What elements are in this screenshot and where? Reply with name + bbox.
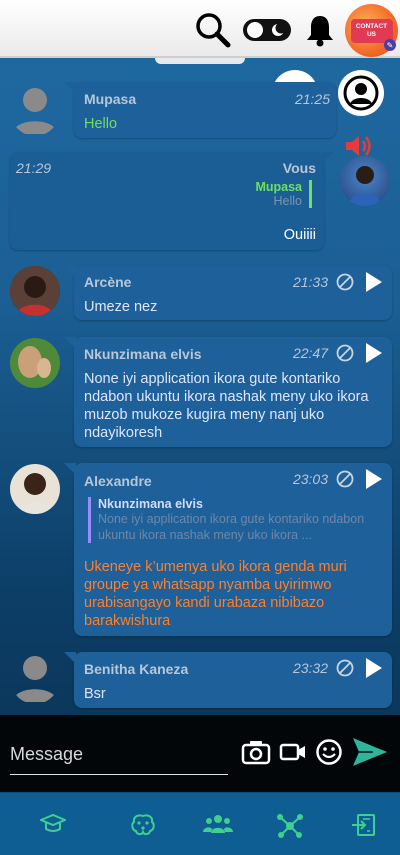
message-text: Ukeneye k’umenya uko ikora genda muri gr… — [84, 559, 347, 629]
message-text: Umeze nez — [84, 299, 158, 315]
message-text: None iyi application ikora gute kontarik… — [84, 371, 369, 441]
message-bubble[interactable]: Mupasa 21:25 Hello — [64, 82, 336, 138]
brain-icon[interactable] — [130, 813, 156, 837]
play-icon[interactable] — [366, 343, 382, 363]
avatar[interactable] — [10, 84, 60, 136]
message-text: Hello — [84, 116, 118, 132]
group-icon[interactable] — [203, 813, 233, 837]
message-time: 22:47 — [292, 345, 328, 361]
message-bubble[interactable]: Alexandre 23:03 Nkunzimana elvis None iy… — [64, 463, 392, 636]
message-sender: Nkunzimana elvis — [84, 346, 202, 362]
avatar[interactable] — [10, 338, 60, 388]
message-bubble[interactable]: Nkunzimana elvis 22:47 None iyi applicat… — [64, 337, 392, 447]
avatar[interactable] — [10, 464, 60, 514]
avatar[interactable] — [340, 156, 390, 206]
play-icon[interactable] — [366, 272, 382, 292]
contact-us-button[interactable]: CONTACT US ✎ — [345, 4, 398, 57]
message-time: 21:25 — [294, 91, 330, 107]
message-time: 21:29 — [16, 160, 52, 176]
play-icon[interactable] — [366, 658, 382, 678]
reply-sender: Mupasa — [255, 180, 302, 194]
top-bar: CONTACT US ✎ — [0, 0, 400, 64]
profile-button[interactable] — [338, 70, 384, 116]
bell-icon[interactable] — [302, 12, 338, 48]
avatar[interactable] — [10, 266, 60, 316]
quoted-message[interactable]: Nkunzimana elvis None iyi application ik… — [88, 497, 372, 543]
message-sender: Arcène — [84, 274, 132, 290]
send-icon[interactable] — [350, 735, 390, 769]
avatar[interactable] — [10, 652, 60, 704]
quoted-sender: Nkunzimana elvis — [98, 497, 203, 511]
message-time: 23:32 — [292, 660, 328, 676]
bottom-navigation — [0, 792, 400, 855]
message-sender: Benitha Kaneza — [84, 661, 189, 677]
emoji-icon[interactable] — [314, 737, 344, 767]
network-icon[interactable] — [276, 813, 303, 838]
block-icon[interactable] — [336, 659, 354, 677]
message-text: Bsr — [84, 686, 106, 702]
reply-preview[interactable]: Mupasa Hello — [255, 180, 312, 208]
message-composer: Message — [0, 715, 400, 792]
theme-toggle-icon[interactable] — [240, 14, 294, 46]
speaker-icon[interactable] — [343, 133, 373, 159]
message-text: Ouiiii — [283, 227, 316, 243]
person-icon — [343, 75, 379, 111]
reply-text: Hello — [273, 194, 303, 208]
message-sender: Vous — [282, 160, 316, 176]
message-sender: Mupasa — [84, 91, 137, 107]
tab-notch — [155, 58, 245, 64]
block-icon[interactable] — [336, 344, 354, 362]
graduation-cap-icon[interactable] — [38, 813, 68, 837]
video-icon[interactable] — [278, 739, 308, 765]
message-bubble[interactable]: Benitha Kaneza 23:32 Bsr — [64, 652, 392, 708]
quoted-text: None iyi application ikora gute kontarik… — [98, 512, 365, 542]
camera-icon[interactable] — [240, 737, 272, 767]
message-time: 23:03 — [292, 471, 328, 487]
message-input[interactable]: Message — [10, 741, 228, 775]
message-bubble-own[interactable]: 21:29 Vous Mupasa Hello Ouiiii — [10, 152, 334, 250]
play-icon[interactable] — [366, 469, 382, 489]
message-sender: Alexandre — [84, 473, 152, 489]
block-icon[interactable] — [336, 273, 354, 291]
message-bubble[interactable]: Arcène 21:33 Umeze nez — [64, 266, 392, 320]
block-icon[interactable] — [336, 470, 354, 488]
exit-icon[interactable] — [350, 813, 376, 837]
message-time: 21:33 — [292, 274, 328, 290]
search-icon[interactable] — [193, 10, 233, 50]
edit-icon: ✎ — [384, 39, 396, 51]
